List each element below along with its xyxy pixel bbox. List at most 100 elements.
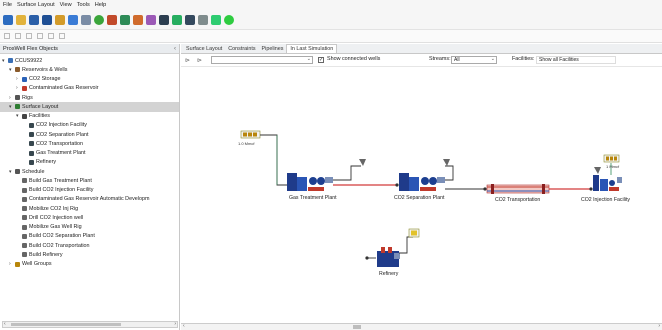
tab-pipelines[interactable]: Pipelines (259, 45, 287, 53)
task-icon (22, 196, 27, 202)
tree-item[interactable]: ▾ Schedule (0, 167, 179, 176)
link-icon[interactable] (133, 14, 143, 25)
green-circle-icon[interactable] (94, 14, 104, 25)
facility-icon (29, 132, 34, 138)
pan-icon[interactable]: ⊳ (185, 57, 192, 64)
tree-item-label: Well Groups (22, 261, 52, 268)
scroll-left-icon[interactable]: ‹ (4, 321, 6, 327)
scroll-thumb[interactable] (11, 323, 121, 326)
flare-icon (359, 159, 366, 166)
tree-item[interactable]: › Contaminated Gas Reservoir (0, 84, 179, 93)
save-icon[interactable] (29, 14, 39, 25)
source-well[interactable] (240, 130, 261, 139)
scroll-right-icon[interactable]: › (174, 321, 176, 327)
tree-item[interactable]: Build CO2 Transportation (0, 241, 179, 250)
show-connected-wells-checkbox[interactable]: ✓ (318, 57, 324, 63)
tree-item[interactable]: Refinery (0, 158, 179, 167)
flare-icon (443, 159, 450, 166)
menu-item-tools[interactable]: Tools (77, 2, 90, 8)
tree-item[interactable]: › Well Groups (0, 260, 179, 269)
settings-icon[interactable] (146, 14, 156, 25)
pin-icon[interactable]: ‹ (174, 46, 176, 52)
task-icon (22, 233, 27, 239)
tree-item[interactable]: Gas Treatment Plant (0, 149, 179, 158)
facilities-select[interactable]: Show all Facilities (536, 56, 616, 64)
tree-item[interactable]: Mobilize Gas Well Rig (0, 223, 179, 232)
tree-item-label: Build Gas Treatment Plant (29, 177, 92, 184)
open-icon[interactable] (16, 14, 26, 25)
menu-item-surface-layout[interactable]: Surface Layout (17, 2, 55, 8)
view-select[interactable]: ⌄ (211, 56, 313, 64)
info-icon[interactable] (55, 14, 65, 25)
chart-icon[interactable] (159, 14, 169, 25)
tree-item[interactable]: Build Gas Treatment Plant (0, 176, 179, 185)
streams-select[interactable]: All ⌄ (451, 56, 497, 64)
task-icon (22, 224, 27, 230)
streams-value: All (454, 57, 460, 63)
scroll-left-icon[interactable]: ‹ (183, 323, 185, 329)
delete-icon[interactable] (48, 33, 54, 39)
layout-icon[interactable] (185, 14, 195, 25)
gas-reservoir-icon (22, 85, 27, 91)
injection-well[interactable] (603, 154, 620, 163)
tools-icon[interactable] (68, 14, 78, 25)
co2-separation-plant-node[interactable] (399, 173, 445, 191)
co2-injection-facility-node[interactable] (593, 175, 622, 191)
forward-icon[interactable] (15, 33, 21, 39)
tree-item[interactable]: Build Refinery (0, 250, 179, 259)
green-dot-icon[interactable] (224, 14, 234, 25)
tree-item[interactable]: Contaminated Gas Reservoir Automatic Dev… (0, 195, 179, 204)
menu-item-view[interactable]: View (60, 2, 72, 8)
tree-item[interactable]: › Rigs (0, 93, 179, 102)
co2-transportation-node[interactable] (486, 184, 550, 194)
tree-item-label: Drill CO2 Injection well (29, 214, 84, 221)
run-icon[interactable] (42, 14, 52, 25)
canvas-horizontal-scrollbar[interactable]: ‹ › (181, 323, 662, 330)
tree-item[interactable]: › CO2 Storage (0, 75, 179, 84)
check-icon[interactable] (211, 14, 221, 25)
tree-item[interactable]: CO2 Separation Plant (0, 130, 179, 139)
facility-icon (29, 150, 34, 156)
object-tree: ▾ CCUS9922 ▾ Reservoirs & Wells › CO2 Storage… (0, 54, 179, 269)
zoom-icon[interactable]: ⊳ (197, 57, 204, 64)
menu-item-file[interactable]: File (3, 2, 12, 8)
globe-icon[interactable] (120, 14, 130, 25)
tree-item[interactable]: Build CO2 Separation Plant (0, 232, 179, 241)
tree-item-label: CO2 Injection Facility (36, 122, 87, 129)
tree-item[interactable]: CO2 Injection Facility (0, 121, 179, 130)
scroll-right-icon[interactable]: › (658, 323, 660, 329)
tree-item-label: Build CO2 Injection Facility (29, 187, 94, 194)
report-icon[interactable] (81, 14, 91, 25)
gas-treatment-plant-node[interactable] (287, 173, 333, 191)
tab-constraints[interactable]: Constraints (225, 45, 258, 53)
scroll-thumb[interactable] (353, 325, 361, 329)
menu-item-help[interactable]: Help (95, 2, 107, 8)
tree-item[interactable]: Drill CO2 Injection well (0, 213, 179, 222)
tree-item[interactable]: ▾ Surface Layout (0, 102, 179, 112)
chevron-down-icon: ⌄ (490, 56, 495, 62)
task-icon (22, 252, 27, 258)
refinery-node[interactable] (377, 247, 400, 267)
copy-icon[interactable] (37, 33, 43, 39)
tree-item[interactable]: ▾ Facilities (0, 112, 179, 121)
tree-item[interactable]: Mobilize CO2 Inj Rig (0, 204, 179, 213)
well-icon[interactable] (107, 14, 117, 25)
tree-item[interactable]: ▾ Reservoirs & Wells (0, 65, 179, 74)
new-icon[interactable] (3, 14, 13, 25)
facility-icon (29, 141, 34, 147)
surface-layout-view: Surface Layout Constraints Pipelines In Las… (181, 44, 662, 330)
up-icon[interactable] (26, 33, 32, 39)
tree-item[interactable]: CO2 Transportation (0, 139, 179, 148)
filter-icon[interactable] (172, 14, 182, 25)
surface-layout-canvas[interactable]: 1.0 Mmcf 1 Mmcf Gas Treatment Plant CO2 … (181, 67, 662, 323)
back-icon[interactable] (4, 33, 10, 39)
tree-item[interactable]: ▾ CCUS9922 (0, 56, 179, 65)
tab-surface-layout[interactable]: Surface Layout (183, 45, 225, 53)
pin-icon[interactable] (59, 33, 65, 39)
tab-in-last-simulation[interactable]: In Last Simulation (286, 44, 338, 53)
flare-icon (594, 167, 601, 174)
network-icon[interactable] (198, 14, 208, 25)
tree-horizontal-scrollbar[interactable]: ‹ › (2, 321, 178, 328)
gas-pipe-1[interactable] (260, 134, 291, 186)
tree-item[interactable]: Build CO2 Injection Facility (0, 186, 179, 195)
